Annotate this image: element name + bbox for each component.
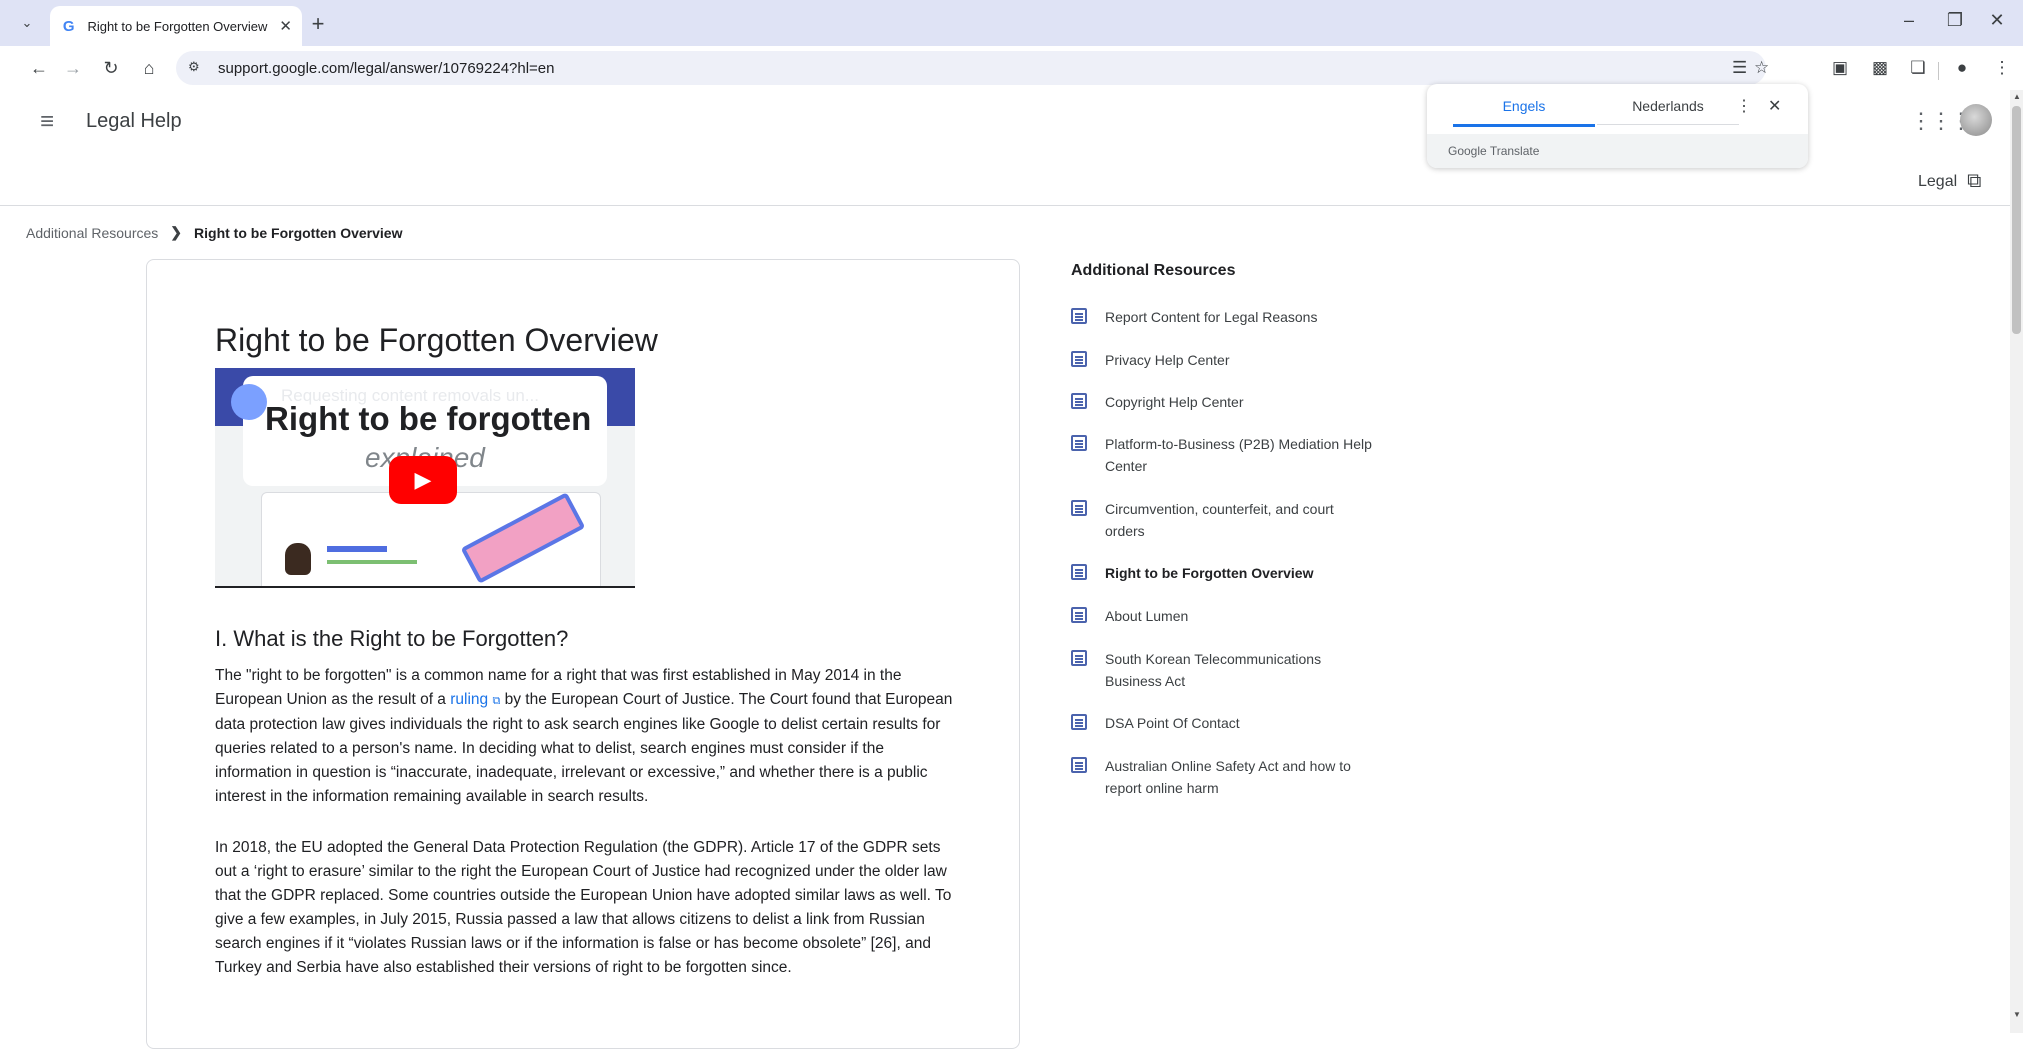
section-heading: I. What is the Right to be Forgotten? bbox=[215, 626, 569, 651]
video-progress-bar[interactable] bbox=[215, 586, 635, 588]
play-button-icon[interactable]: ▶ bbox=[389, 456, 457, 504]
menu-kebab-icon[interactable]: ⋮ bbox=[1990, 58, 2014, 78]
sidebar-item-label: Right to be Forgotten Overview bbox=[1105, 565, 1314, 581]
sidebar-item-right-to-be-forgotten[interactable]: Right to be Forgotten Overview bbox=[1071, 562, 1391, 584]
scroll-down-arrow-icon[interactable]: ▼ bbox=[2013, 1010, 2021, 1019]
translate-footer: Google Translate bbox=[1427, 134, 1808, 168]
extensions-puzzle-icon[interactable]: ❏ bbox=[1906, 58, 1930, 78]
sidebar-item-privacy[interactable]: Privacy Help Center bbox=[1071, 349, 1391, 371]
translate-brand: Google Translate bbox=[1448, 144, 1540, 158]
window-close-icon[interactable]: ✕ bbox=[1982, 10, 2012, 31]
new-tab-icon[interactable]: + bbox=[304, 10, 332, 38]
site-name[interactable]: Legal Help bbox=[86, 110, 182, 133]
breadcrumb-current: Right to be Forgotten Overview bbox=[194, 224, 403, 241]
sidebar-item-about-lumen[interactable]: About Lumen bbox=[1071, 605, 1391, 627]
ruling-link[interactable]: ruling ⧉ bbox=[450, 691, 500, 708]
paragraph-text: by the European Court of Justice. The Co… bbox=[215, 691, 953, 805]
sidebar-item-label: DSA Point Of Contact bbox=[1105, 715, 1240, 731]
sidebar-title: Additional Resources bbox=[1071, 262, 1236, 279]
article-icon bbox=[1071, 564, 1087, 580]
article-icon bbox=[1071, 500, 1087, 516]
sidebar-item-p2b-mediation[interactable]: Platform-to-Business (P2B) Mediation Hel… bbox=[1071, 433, 1391, 477]
sidebar-item-label: Platform-to-Business (P2B) Mediation Hel… bbox=[1105, 436, 1372, 474]
home-icon[interactable]: ⌂ bbox=[136, 56, 162, 80]
browser-tab[interactable]: G Right to be Forgotten Overview ✕ bbox=[50, 6, 302, 46]
sidebar-item-dsa-contact[interactable]: DSA Point Of Contact bbox=[1071, 712, 1391, 734]
article-icon bbox=[1071, 393, 1087, 409]
video-channel-avatar[interactable] bbox=[231, 384, 267, 420]
scrollbar-thumb[interactable] bbox=[2012, 106, 2021, 334]
translate-icon[interactable]: ☰ bbox=[1732, 58, 1747, 78]
sidebar-item-label: Report Content for Legal Reasons bbox=[1105, 309, 1318, 325]
translate-source-lang-tab[interactable]: Engels bbox=[1453, 98, 1595, 127]
ruling-link-label: ruling bbox=[450, 691, 489, 708]
translate-close-icon[interactable]: ✕ bbox=[1768, 96, 1781, 116]
article-icon bbox=[1071, 714, 1087, 730]
legal-link[interactable]: Legal ⧉ bbox=[1918, 170, 1981, 193]
bookmark-star-icon[interactable]: ☆ bbox=[1754, 58, 1769, 78]
tab-strip: ⌄ G Right to be Forgotten Overview ✕ + –… bbox=[0, 0, 2023, 46]
header-divider bbox=[0, 205, 2010, 206]
article-icon bbox=[1071, 435, 1087, 451]
forward-icon[interactable]: → bbox=[60, 56, 86, 80]
breadcrumb-parent[interactable]: Additional Resources bbox=[26, 225, 158, 241]
sidebar-item-label: Australian Online Safety Act and how to … bbox=[1105, 758, 1351, 796]
video-illustration-line bbox=[327, 546, 387, 552]
profile-icon[interactable]: ● bbox=[1950, 58, 1974, 78]
article-icon bbox=[1071, 351, 1087, 367]
breadcrumb-chevron-icon: ❯ bbox=[170, 224, 183, 240]
hamburger-menu-icon[interactable]: ≡ bbox=[40, 108, 54, 136]
toolbar-divider bbox=[1938, 62, 1939, 80]
page-title: Right to be Forgotten Overview bbox=[215, 322, 658, 358]
site-info-icon[interactable]: ⚙ bbox=[188, 59, 200, 75]
article-icon bbox=[1071, 650, 1087, 666]
back-icon[interactable]: ← bbox=[26, 56, 52, 80]
sidebar-item-korean-telecom[interactable]: South Korean Telecommunications Business… bbox=[1071, 648, 1391, 692]
translate-target-lang-tab[interactable]: Nederlands bbox=[1597, 98, 1739, 125]
video-headline: Right to be forgotten bbox=[265, 400, 592, 437]
tab-close-icon[interactable]: ✕ bbox=[279, 17, 292, 35]
reload-icon[interactable]: ↻ bbox=[98, 56, 124, 80]
sidebar-item-label: Circumvention, counterfeit, and court or… bbox=[1105, 501, 1334, 539]
video-illustration-line bbox=[327, 560, 417, 564]
sidebar-item-label: Privacy Help Center bbox=[1105, 352, 1230, 368]
extension-icon[interactable]: ▣ bbox=[1828, 58, 1852, 78]
sidebar-item-label: About Lumen bbox=[1105, 608, 1189, 624]
google-favicon-icon: G bbox=[62, 17, 75, 35]
article-card: Right to be Forgotten Overview Requestin… bbox=[146, 259, 1020, 1049]
article-icon bbox=[1071, 308, 1087, 324]
sidebar-item-australian-online-safety[interactable]: Australian Online Safety Act and how to … bbox=[1071, 755, 1391, 799]
sidebar-item-label: Copyright Help Center bbox=[1105, 394, 1244, 410]
tab-search-chevron-icon[interactable]: ⌄ bbox=[14, 10, 40, 36]
article-paragraph: The "right to be forgotten" is a common … bbox=[215, 664, 955, 809]
sidebar-item-report-content[interactable]: Report Content for Legal Reasons bbox=[1071, 306, 1391, 328]
url-text[interactable]: support.google.com/legal/answer/10769224… bbox=[218, 60, 555, 77]
sidebar-item-circumvention[interactable]: Circumvention, counterfeit, and court or… bbox=[1071, 498, 1391, 542]
translate-popup: Engels Nederlands ⋮ ✕ Google Translate bbox=[1427, 84, 1808, 168]
extension-red-icon[interactable]: ▩ bbox=[1868, 58, 1892, 78]
legal-link-label: Legal bbox=[1918, 172, 1958, 190]
video-embed[interactable]: Requesting content removals un... Right … bbox=[215, 368, 635, 588]
address-bar[interactable]: ⚙ support.google.com/legal/answer/107692… bbox=[176, 51, 1769, 85]
account-avatar[interactable] bbox=[1960, 104, 1992, 136]
translate-more-icon[interactable]: ⋮ bbox=[1736, 96, 1752, 116]
article-icon bbox=[1071, 757, 1087, 773]
scroll-up-arrow-icon[interactable]: ▲ bbox=[2013, 92, 2021, 101]
article-paragraph: In 2018, the EU adopted the General Data… bbox=[215, 839, 952, 976]
restore-icon[interactable]: ❐ bbox=[1940, 10, 1970, 31]
sidebar-item-copyright[interactable]: Copyright Help Center bbox=[1071, 391, 1391, 413]
article-icon bbox=[1071, 607, 1087, 623]
sidebar-item-label: South Korean Telecommunications Business… bbox=[1105, 651, 1322, 689]
video-person-illustration bbox=[285, 543, 311, 575]
minimize-icon[interactable]: – bbox=[1894, 10, 1924, 31]
open-in-new-icon: ⧉ bbox=[1967, 170, 1982, 192]
tab-title: Right to be Forgotten Overview bbox=[87, 18, 268, 34]
breadcrumb: Additional Resources ❯ Right to be Forgo… bbox=[26, 224, 403, 241]
